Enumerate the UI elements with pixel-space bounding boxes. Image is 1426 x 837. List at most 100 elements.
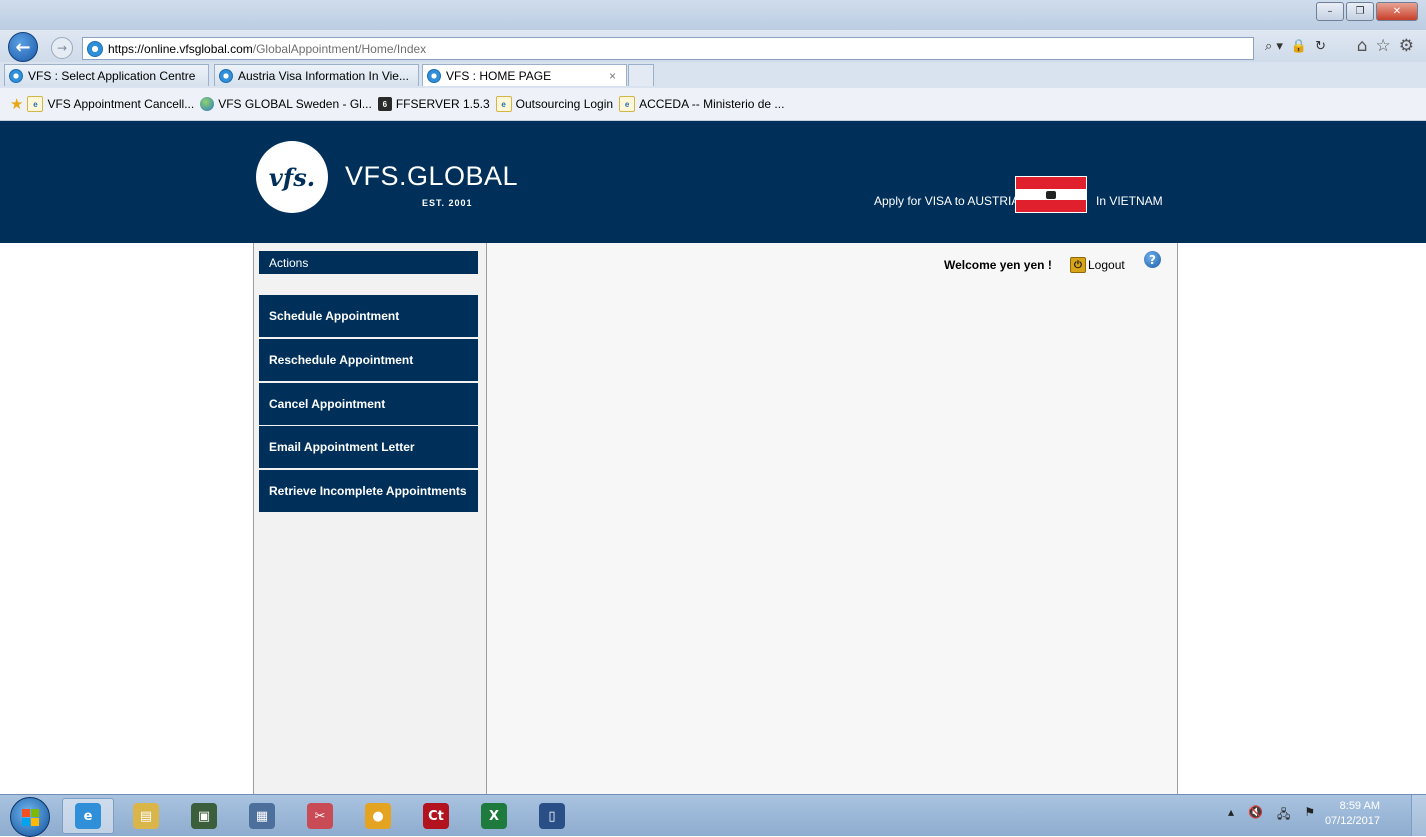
start-button[interactable] xyxy=(10,797,50,837)
windows-taskbar: e ▤ ▣ ▦ ✂ ● Ct X ▯ ▴ 🔇 🖧 ⚑ 8:59 AM 07/12/2017 xyxy=(0,794,1426,837)
logout-link[interactable]: Logout xyxy=(1088,258,1125,272)
restore-button[interactable]: ❐ xyxy=(1346,2,1374,21)
email-appointment-letter-button[interactable]: Email Appointment Letter xyxy=(259,426,478,468)
close-window-button[interactable]: ✕ xyxy=(1376,2,1418,21)
ie-icon xyxy=(9,68,23,83)
vfs-logo[interactable]: vfs. xyxy=(256,141,328,213)
forward-button[interactable]: → xyxy=(51,37,73,59)
brand-name: VFS.GLOBAL xyxy=(345,161,519,191)
browser-tools: ⌂ ☆ ⚙ xyxy=(1357,36,1414,56)
tab-label: VFS : HOME PAGE xyxy=(446,68,552,83)
apply-visa-text: Apply for VISA to AUSTRIA xyxy=(874,194,1020,208)
actions-heading: Actions xyxy=(259,251,478,274)
favorite-label: FFSERVER 1.5.3 xyxy=(395,97,490,111)
refresh-icon[interactable]: ↻ xyxy=(1315,39,1326,54)
favorite-label: Outsourcing Login xyxy=(515,97,614,111)
clock-time: 8:59 AM xyxy=(1339,800,1380,812)
brand-est: EST. 2001 xyxy=(422,198,473,208)
browser-titlebar: – ❐ ✕ xyxy=(0,0,1426,30)
site-header: vfs. VFS.GLOBAL EST. 2001 Apply for VISA… xyxy=(0,121,1426,243)
system-clock[interactable]: 8:59 AM 07/12/2017 xyxy=(1322,799,1380,829)
settings-gear-icon[interactable]: ⚙ xyxy=(1399,36,1414,56)
logout-power-icon[interactable]: ⏻ xyxy=(1070,257,1086,273)
retrieve-incomplete-appointments-button[interactable]: Retrieve Incomplete Appointments xyxy=(259,470,478,512)
ie-page-icon: e xyxy=(27,96,44,112)
minimize-button[interactable]: – xyxy=(1316,2,1344,21)
action-center-icon[interactable]: ⚑ xyxy=(1304,805,1315,826)
back-button[interactable]: ← xyxy=(8,32,38,62)
clock-date: 07/12/2017 xyxy=(1324,815,1380,827)
ie-page-icon: e xyxy=(619,96,636,112)
country-text: In VIETNAM xyxy=(1096,194,1163,208)
url-path: /GlobalAppointment/Home/Index xyxy=(252,41,427,56)
ie-icon xyxy=(427,68,441,83)
volume-muted-icon[interactable]: 🔇 xyxy=(1248,805,1263,826)
ffserver-icon: 6 xyxy=(377,97,392,111)
taskbar-chrome-button[interactable]: ● xyxy=(352,798,404,834)
taskbar-app-window-button[interactable]: ▯ xyxy=(526,798,578,834)
web-page: vfs. VFS.GLOBAL EST. 2001 Apply for VISA… xyxy=(0,121,1426,794)
navigation-bar: ← → https://online.vfsglobal.com/GlobalA… xyxy=(0,30,1426,62)
schedule-appointment-button[interactable]: Schedule Appointment xyxy=(259,295,478,337)
chrome-icon: ● xyxy=(365,803,391,829)
taskbar-ct-app-button[interactable]: Ct xyxy=(410,798,462,834)
favorite-acceda[interactable]: e ACCEDA -- Ministerio de ... xyxy=(619,96,784,112)
network-icon[interactable]: 🖧 xyxy=(1277,805,1290,826)
network-icon: ▦ xyxy=(249,803,275,829)
excel-icon: X xyxy=(481,803,507,829)
taskbar-internet-explorer-button[interactable]: e xyxy=(62,798,114,834)
content-area: Actions Schedule Appointment Reschedule … xyxy=(253,243,1178,794)
cancel-appointment-button[interactable]: Cancel Appointment xyxy=(259,383,478,425)
taskbar-file-explorer-button[interactable]: ▤ xyxy=(120,798,172,834)
ie-page-icon: e xyxy=(495,96,512,112)
help-icon[interactable]: ? xyxy=(1144,251,1161,268)
tab-austria-visa-information[interactable]: Austria Visa Information In Vie... xyxy=(214,64,419,86)
tab-select-application-centre[interactable]: VFS : Select Application Centre xyxy=(4,64,209,86)
favorite-vfs-sweden[interactable]: VFS GLOBAL Sweden - Gl... xyxy=(200,97,372,111)
ie-icon xyxy=(219,68,233,83)
favorites-bar: ★ e VFS Appointment Cancell... VFS GLOBA… xyxy=(0,88,1426,121)
url-host: https://online.vfsglobal.com xyxy=(108,41,253,56)
app-window-icon: ▯ xyxy=(539,803,565,829)
address-tools: ⌕ ▾ 🔒 ↻ xyxy=(1265,39,1326,54)
reschedule-appointment-button[interactable]: Reschedule Appointment xyxy=(259,339,478,381)
address-bar[interactable]: https://online.vfsglobal.com/GlobalAppoi… xyxy=(82,37,1254,60)
new-tab-button[interactable] xyxy=(628,64,654,86)
terminal-icon: ▣ xyxy=(191,803,217,829)
favorites-add-icon[interactable]: ★ xyxy=(10,95,23,113)
taskbar-snipping-tool-button[interactable]: ✂ xyxy=(294,798,346,834)
show-hidden-icons[interactable]: ▴ xyxy=(1228,805,1234,826)
favorite-vfs-appointment-cancel[interactable]: e VFS Appointment Cancell... xyxy=(27,96,194,112)
tab-close-icon[interactable]: × xyxy=(609,69,616,83)
system-tray: ▴ 🔇 🖧 ⚑ xyxy=(1228,805,1315,826)
tab-label: VFS : Select Application Centre xyxy=(28,68,196,83)
actions-sidebar: Actions Schedule Appointment Reschedule … xyxy=(254,243,487,794)
austria-flag-icon xyxy=(1015,176,1087,213)
taskbar-excel-button[interactable]: X xyxy=(468,798,520,834)
internet-explorer-icon: e xyxy=(75,803,101,829)
ct-app-icon: Ct xyxy=(423,803,449,829)
favorite-label: ACCEDA -- Ministerio de ... xyxy=(639,97,785,111)
favorite-label: VFS GLOBAL Sweden - Gl... xyxy=(218,97,372,111)
taskbar-terminal-button[interactable]: ▣ xyxy=(178,798,230,834)
eagle-emblem-icon xyxy=(1046,190,1056,199)
taskbar-network-button[interactable]: ▦ xyxy=(236,798,288,834)
snipping-tool-icon: ✂ xyxy=(307,803,333,829)
favorite-outsourcing-login[interactable]: e Outsourcing Login xyxy=(495,96,614,112)
tab-label: Austria Visa Information In Vie... xyxy=(238,68,409,83)
home-icon[interactable]: ⌂ xyxy=(1357,36,1368,56)
tab-strip: VFS : Select Application Centre Austria … xyxy=(0,62,1426,89)
tab-home-page[interactable]: VFS : HOME PAGE × xyxy=(422,64,627,86)
favorite-ffserver[interactable]: 6 FFSERVER 1.5.3 xyxy=(377,97,490,111)
show-desktop-button[interactable] xyxy=(1411,795,1426,836)
logo-mark: vfs. xyxy=(268,162,316,192)
site-icon xyxy=(87,40,103,57)
window-controls: – ❐ ✕ xyxy=(1316,2,1418,21)
search-dropdown-icon[interactable]: ⌕ ▾ xyxy=(1265,39,1283,54)
lock-icon[interactable]: 🔒 xyxy=(1291,39,1307,54)
welcome-message: Welcome yen yen ! xyxy=(944,258,1052,272)
file-explorer-icon: ▤ xyxy=(133,803,159,829)
favorite-label: VFS Appointment Cancell... xyxy=(47,97,195,111)
globe-icon xyxy=(200,97,215,111)
favorites-star-icon[interactable]: ☆ xyxy=(1376,36,1391,56)
